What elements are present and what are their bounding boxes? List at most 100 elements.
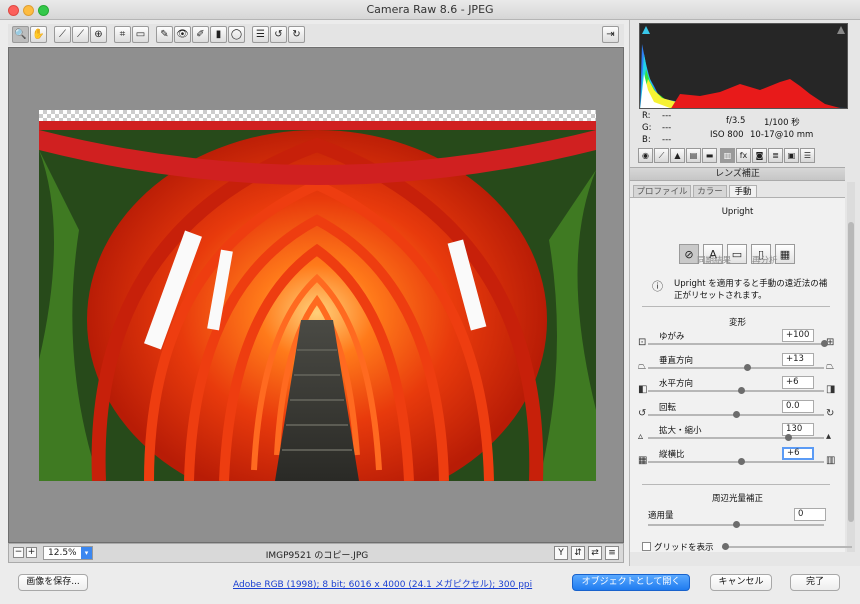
- rotate-slider-thumb[interactable]: [732, 410, 740, 418]
- aspect-slider-track[interactable]: [648, 460, 824, 463]
- minimize-window-icon[interactable]: [23, 5, 34, 16]
- panel-scrollbar[interactable]: [847, 182, 855, 552]
- snapshots-icon[interactable]: ▣: [784, 148, 799, 163]
- window-title: Camera Raw 8.6 - JPEG: [366, 3, 494, 16]
- detail-icon[interactable]: ▲: [670, 148, 685, 163]
- horizontal-value-field[interactable]: +6: [782, 376, 814, 389]
- color-sampler-icon[interactable]: ⟋: [72, 26, 89, 43]
- upright-full-button[interactable]: ▦: [775, 244, 795, 264]
- horizontal-plus-icon: ◨: [826, 384, 836, 395]
- straighten-icon[interactable]: ▭: [132, 26, 149, 43]
- bottom-bar: 画像を保存... Adobe RGB (1998); 8 bit; 6016 x…: [0, 566, 860, 604]
- upright-heading: Upright: [721, 207, 754, 217]
- fullscreen-icon[interactable]: ⇥: [602, 26, 619, 43]
- rotate-ccw-icon[interactable]: ↺: [270, 26, 287, 43]
- camera-calibration-icon[interactable]: ◙: [752, 148, 767, 163]
- show-grid-checkbox[interactable]: [642, 542, 651, 551]
- divider: [642, 306, 830, 307]
- preview-image: [39, 110, 596, 481]
- histogram: [639, 23, 848, 109]
- effects-icon[interactable]: fx: [736, 148, 751, 163]
- b-value: ---: [662, 135, 672, 145]
- graduated-filter-icon[interactable]: ▮: [210, 26, 227, 43]
- upright-off-label: ⊘: [684, 247, 694, 261]
- distortion-value-field[interactable]: +100: [782, 329, 814, 342]
- presets-icon[interactable]: ≣: [768, 148, 783, 163]
- zoom-icon[interactable]: 🔍: [12, 26, 29, 43]
- divider: [642, 484, 830, 485]
- copy-settings-icon[interactable]: ⇄: [588, 546, 602, 560]
- grid-size-thumb[interactable]: [722, 543, 729, 550]
- vignette-amount-thumb[interactable]: [732, 521, 740, 528]
- vignette-amount-field[interactable]: 0: [794, 508, 826, 521]
- before-after-icon[interactable]: Y: [554, 546, 568, 560]
- rotate-label: 回転: [659, 402, 677, 413]
- crop-icon[interactable]: ⌗: [114, 26, 131, 43]
- panel-icon-bar: ◉ ⟋ ▲ ▤ ▬ ▥ fx ◙ ≣ ▣ ☰: [632, 148, 844, 166]
- red-eye-icon[interactable]: 👁: [174, 26, 191, 43]
- vertical-value-field[interactable]: +13: [782, 352, 814, 366]
- upright-info-line-2: 正がリセットされます。: [674, 291, 767, 301]
- sync-results-button[interactable]: 同期結果: [697, 254, 731, 266]
- rotate-cw-icon[interactable]: ↻: [288, 26, 305, 43]
- right-panel: R: G: B: --- --- --- f/3.5 1/100 秒 ISO 8…: [629, 20, 860, 566]
- reanalyze-button[interactable]: 再分析: [752, 254, 778, 266]
- preferences-icon[interactable]: ☰: [252, 26, 269, 43]
- upright-full-label: ▦: [779, 247, 791, 261]
- panel-menu-icon[interactable]: ☰: [800, 148, 815, 163]
- white-balance-icon[interactable]: ⟋: [54, 26, 71, 43]
- aspect-value-field[interactable]: +6: [782, 446, 814, 460]
- horizontal-slider-track[interactable]: [648, 390, 824, 392]
- scrollbar-thumb[interactable]: [848, 222, 854, 522]
- vertical-label: 垂直方向: [659, 355, 694, 366]
- basic-panel-icon[interactable]: ◉: [638, 148, 653, 163]
- hsl-icon[interactable]: ▤: [686, 148, 701, 163]
- file-name: IMGP9521 のコピー.JPG: [265, 551, 369, 561]
- vertical-slider-thumb[interactable]: [743, 363, 751, 371]
- vertical-slider-track[interactable]: [648, 366, 824, 369]
- distortion-slider-track[interactable]: [648, 343, 824, 345]
- vignette-amount-label: 適用量: [648, 511, 674, 521]
- iso-value: ISO 800: [710, 130, 744, 140]
- aspect-slider-thumb[interactable]: [737, 457, 745, 465]
- scale-minus-icon: ▵: [638, 431, 644, 442]
- split-toning-icon[interactable]: ▬: [702, 148, 717, 163]
- cancel-button[interactable]: キャンセル: [710, 574, 772, 591]
- scale-slider-track[interactable]: [648, 437, 824, 439]
- upright-off-button[interactable]: ⊘: [679, 244, 699, 264]
- r-label: R:: [642, 111, 651, 121]
- upright-info-line-1: Upright を適用すると手動の遠近法の補: [674, 279, 828, 289]
- done-button[interactable]: 完了: [790, 574, 840, 591]
- lens-value: 10-17@10 mm: [750, 130, 814, 140]
- grid-size-track[interactable]: [722, 546, 852, 548]
- g-value: ---: [662, 123, 672, 133]
- adjustment-brush-icon[interactable]: ✐: [192, 26, 209, 43]
- horizontal-slider-thumb[interactable]: [737, 387, 745, 394]
- transparent-edge: [39, 110, 596, 121]
- rotate-value-field[interactable]: 0.0: [782, 399, 814, 413]
- close-window-icon[interactable]: [8, 5, 19, 16]
- tone-curve-icon[interactable]: ⟋: [654, 148, 669, 163]
- swap-icon[interactable]: ⇵: [571, 546, 585, 560]
- open-object-button[interactable]: オブジェクトとして開く: [572, 574, 690, 591]
- preview-canvas[interactable]: [8, 47, 624, 543]
- distortion-slider-thumb[interactable]: [820, 340, 828, 347]
- distortion-minus-icon: ⊡: [638, 337, 647, 348]
- spot-removal-icon[interactable]: ✎: [156, 26, 173, 43]
- workflow-options-link[interactable]: Adobe RGB (1998); 8 bit; 6016 x 4000 (24…: [233, 577, 532, 590]
- rotate-minus-icon: ↺: [638, 407, 647, 419]
- rotate-plus-icon: ↻: [826, 407, 835, 419]
- lens-correction-icon[interactable]: ▥: [720, 148, 735, 163]
- title-bar: Camera Raw 8.6 - JPEG: [0, 0, 860, 20]
- shutter-value: 1/100 秒: [764, 118, 800, 128]
- transform-heading: 変形: [728, 318, 746, 328]
- save-image-button[interactable]: 画像を保存...: [18, 574, 88, 591]
- zoom-window-icon[interactable]: [38, 5, 49, 16]
- vertical-minus-icon: ⏢: [638, 360, 646, 372]
- info-icon: ⓘ: [652, 280, 663, 293]
- radial-filter-icon[interactable]: ◯: [228, 26, 245, 43]
- target-adjust-icon[interactable]: ⊕: [90, 26, 107, 43]
- hand-icon[interactable]: ✋: [30, 26, 47, 43]
- status-bar: − + 12.5% ▾ IMGP9521 のコピー.JPG Y ⇵ ⇄ ≡: [8, 543, 624, 563]
- view-settings-icon[interactable]: ≡: [605, 546, 619, 560]
